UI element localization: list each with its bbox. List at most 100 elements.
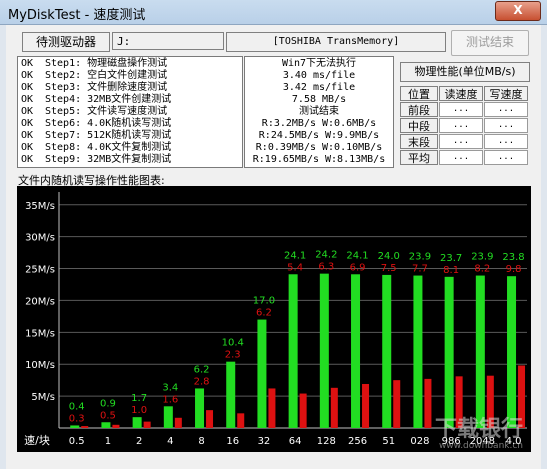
bar-write (268, 388, 276, 428)
bar-read (70, 425, 80, 428)
drive-letter: J: (112, 32, 224, 50)
step-status: OK (21, 82, 34, 93)
step-row: OK Step6: 4.0K随机读写测试 (21, 118, 171, 130)
perf-header-write: 写速度 (484, 86, 528, 101)
x-axis-title: 速/块 (24, 434, 50, 447)
x-tick-label: 16 (226, 436, 239, 447)
x-tick-label: 256 (348, 436, 367, 447)
read-data-label: 0.9 (100, 398, 116, 409)
x-tick-label: 1 (105, 436, 111, 447)
read-data-label: 1.7 (131, 393, 147, 404)
window-title: MyDiskTest - 速度测试 (8, 8, 146, 23)
read-data-label: 17.0 (253, 296, 275, 307)
performance-chart: 5M/s 10M/s 15M/s 20M/s 25M/s 30M/s 35M/s 速/块 0.4… (17, 186, 531, 452)
write-data-label: 6.3 (318, 262, 334, 273)
step-text: Step7: 512K随机读写测试 (45, 130, 172, 141)
read-data-label: 23.9 (409, 252, 431, 263)
step-row: OK Step5: 文件读写速度测试 (21, 106, 167, 118)
x-tick-label: 32 (258, 436, 271, 447)
step-row: OK Step1: 物理磁盘操作测试 (21, 58, 167, 70)
step-row: OK Step8: 4.0K文件复制测试 (21, 142, 171, 154)
perf-row-label: 末段 (400, 134, 438, 149)
step-row: OK Step3: 文件删除速度测试 (21, 82, 167, 94)
bar-read (351, 274, 361, 428)
bar-write (81, 426, 89, 428)
step-row: OK Step4: 32MB文件创建测试 (21, 94, 171, 106)
result-row: R:24.5MB/s W:9.9MB/s (258, 130, 380, 141)
step-text: Step9: 32MB文件复制测试 (45, 154, 172, 165)
perf-title: 物理性能(单位MB/s) (400, 62, 530, 82)
step-status: OK (21, 130, 34, 141)
perf-read-value: ... (439, 102, 483, 117)
bar-write (330, 387, 338, 428)
step-text: Step6: 4.0K随机读写测试 (45, 118, 172, 129)
perf-read-value: ... (439, 118, 483, 133)
result-row: R:3.2MB/s W:0.6MB/s (261, 118, 377, 129)
step-row: OK Step9: 32MB文件复制测试 (21, 154, 171, 166)
write-data-label: 2.3 (225, 350, 241, 361)
step-row: OK Step2: 空白文件创建测试 (21, 70, 167, 82)
read-data-label: 23.8 (502, 252, 524, 263)
bar-write (237, 413, 245, 428)
perf-row-label: 中段 (400, 118, 438, 133)
step-status: OK (21, 58, 34, 69)
step-text: Step2: 空白文件创建测试 (45, 70, 168, 81)
perf-read-value: ... (439, 150, 483, 165)
bar-read (163, 406, 173, 428)
result-row: R:0.39MB/s W:0.10MB/s (255, 142, 383, 153)
step-text: Step3: 文件删除速度测试 (45, 82, 168, 93)
perf-header-pos: 位置 (400, 86, 438, 101)
bar-read (195, 388, 205, 428)
read-data-label: 24.1 (346, 250, 368, 261)
device-name: [TOSHIBA TransMemory] (226, 32, 446, 52)
write-data-label: 8.2 (474, 264, 490, 275)
watermark-logo: 下载银行 (435, 416, 523, 442)
read-data-label: 3.4 (162, 382, 178, 393)
bar-read (319, 273, 329, 428)
bar-write (362, 383, 370, 428)
x-tick-label: 8 (198, 436, 204, 447)
end-test-button[interactable]: 测试结束 (451, 30, 529, 56)
close-button[interactable]: X (495, 1, 541, 21)
watermark-url: www.downbank.cn (439, 441, 523, 451)
perf-header-read: 读速度 (439, 86, 483, 101)
perf-row-label: 平均 (400, 150, 438, 165)
x-tick-label: 4 (167, 436, 173, 447)
bar-read (101, 422, 111, 428)
perf-write-value: ... (484, 150, 528, 165)
write-data-label: 0.3 (69, 413, 85, 424)
write-data-label: 5.4 (287, 262, 303, 273)
y-tick-label: 20M/s (25, 296, 55, 307)
result-row: Win7下无法执行 (281, 58, 357, 69)
step-status: OK (21, 106, 34, 117)
write-data-label: 9.8 (506, 264, 522, 275)
bar-write (393, 380, 401, 428)
title-bar: MyDiskTest - 速度测试 X (0, 0, 547, 25)
step-status: OK (21, 142, 34, 153)
read-data-label: 6.2 (194, 364, 210, 375)
x-tick-label: 64 (289, 436, 302, 447)
step-status: OK (21, 154, 34, 165)
bar-write (206, 410, 214, 428)
read-data-label: 10.4 (222, 338, 244, 349)
write-data-label: 7.5 (381, 263, 397, 274)
step-text: Step1: 物理磁盘操作测试 (45, 58, 168, 69)
perf-write-value: ... (484, 134, 528, 149)
bar-read (288, 274, 298, 428)
steps-list: OK Step1: 物理磁盘操作测试 OK Step2: 空白文件创建测试 OK St… (17, 56, 243, 168)
read-data-label: 0.4 (69, 401, 85, 412)
y-tick-label: 5M/s (31, 392, 55, 403)
step-text: Step4: 32MB文件创建测试 (45, 94, 172, 105)
bar-read (413, 275, 423, 428)
step-text: Step8: 4.0K文件复制测试 (45, 142, 172, 153)
write-data-label: 1.6 (162, 394, 178, 405)
result-row: 7.58 MB/s (291, 94, 347, 105)
write-data-label: 7.7 (412, 264, 428, 275)
bar-read (132, 417, 142, 428)
y-tick-label: 25M/s (25, 265, 55, 276)
x-tick-label: 028 (410, 436, 429, 447)
write-data-label: 6.9 (350, 262, 366, 273)
y-tick-label: 15M/s (25, 328, 55, 339)
perf-read-value: ... (439, 134, 483, 149)
x-tick-label: 2 (136, 436, 142, 447)
